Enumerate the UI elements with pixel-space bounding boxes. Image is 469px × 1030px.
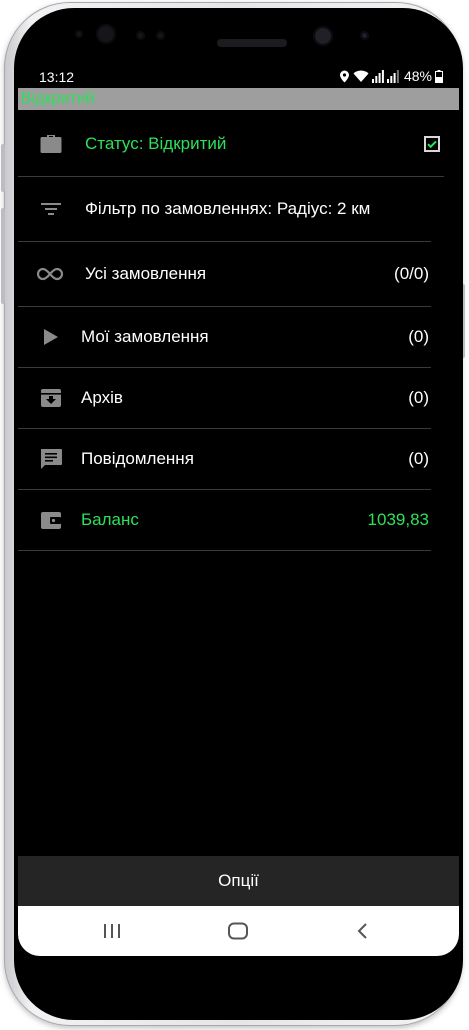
- screen: 13:12 48% Відкритий Статус: Відкритий Фі…: [18, 64, 459, 956]
- top-bezel: [14, 8, 463, 68]
- signal-icon: [386, 69, 399, 83]
- sensor-icon: [75, 30, 83, 38]
- all-orders-label: Усі замовлення: [85, 264, 207, 283]
- earpiece-speaker: [217, 39, 287, 47]
- bixby-button: [1, 208, 5, 304]
- archive-count: (0): [408, 388, 429, 407]
- app-bar-title: Відкритий: [18, 88, 459, 110]
- signal-icon: [371, 69, 384, 83]
- balance-label: Баланс: [81, 510, 139, 529]
- status-checkbox[interactable]: [424, 136, 440, 152]
- wallet-icon: [41, 512, 61, 529]
- archive-label: Архів: [81, 388, 123, 407]
- all-orders-count: (0/0): [394, 264, 429, 283]
- status-label: Статус: Відкритий: [85, 134, 227, 153]
- menu-item-archive[interactable]: Архів (0): [18, 368, 431, 429]
- back-button[interactable]: [349, 918, 377, 944]
- menu-item-balance[interactable]: Баланс 1039,83: [18, 490, 431, 551]
- play-icon: [44, 329, 58, 345]
- status-bar: 13:12 48%: [18, 64, 459, 88]
- menu-item-filter[interactable]: Фільтр по замовленнях: Радіус: 2 км: [18, 177, 431, 242]
- battery-percent: 48%: [403, 68, 432, 84]
- my-orders-label: Мої замовлення: [81, 327, 209, 346]
- phone-frame: 13:12 48% Відкритий Статус: Відкритий Фі…: [1, 2, 465, 1026]
- balance-value: 1039,83: [367, 510, 429, 529]
- message-icon: [41, 449, 62, 469]
- menu-item-all-orders[interactable]: Усі замовлення (0/0): [18, 242, 431, 307]
- menu-list: Статус: Відкритий Фільтр по замовленнях:…: [18, 112, 459, 551]
- options-button[interactable]: Опції: [18, 856, 459, 906]
- messages-count: (0): [408, 449, 429, 468]
- home-button[interactable]: [224, 918, 252, 944]
- sensor-icon: [136, 31, 145, 40]
- checkmark-icon: [427, 140, 437, 149]
- navigation-bar: [18, 906, 459, 956]
- back-icon: [357, 923, 367, 939]
- wifi-icon: [353, 70, 369, 82]
- status-time: 13:12: [39, 69, 75, 85]
- messages-label: Повідомлення: [81, 449, 194, 468]
- menu-item-status[interactable]: Статус: Відкритий: [18, 112, 444, 177]
- recent-apps-button[interactable]: [98, 918, 126, 944]
- volume-button: [1, 144, 5, 192]
- iris-camera-icon: [96, 24, 116, 44]
- sensor-icon: [360, 31, 369, 40]
- menu-item-messages[interactable]: Повідомлення (0): [18, 429, 431, 490]
- filter-icon: [41, 203, 61, 215]
- sensor-icon: [156, 31, 165, 40]
- status-icons: 48%: [339, 68, 443, 84]
- my-orders-count: (0): [408, 327, 429, 346]
- infinity-icon: [36, 267, 64, 281]
- home-icon: [228, 922, 248, 940]
- briefcase-icon: [40, 135, 62, 153]
- menu-item-my-orders[interactable]: Мої замовлення (0): [18, 307, 431, 368]
- front-camera-icon: [313, 26, 333, 46]
- filter-label: Фільтр по замовленнях: Радіус: 2 км: [85, 199, 371, 218]
- location-icon: [339, 70, 349, 82]
- battery-icon: [435, 69, 443, 83]
- archive-icon: [41, 389, 61, 407]
- recent-apps-icon: [104, 924, 120, 938]
